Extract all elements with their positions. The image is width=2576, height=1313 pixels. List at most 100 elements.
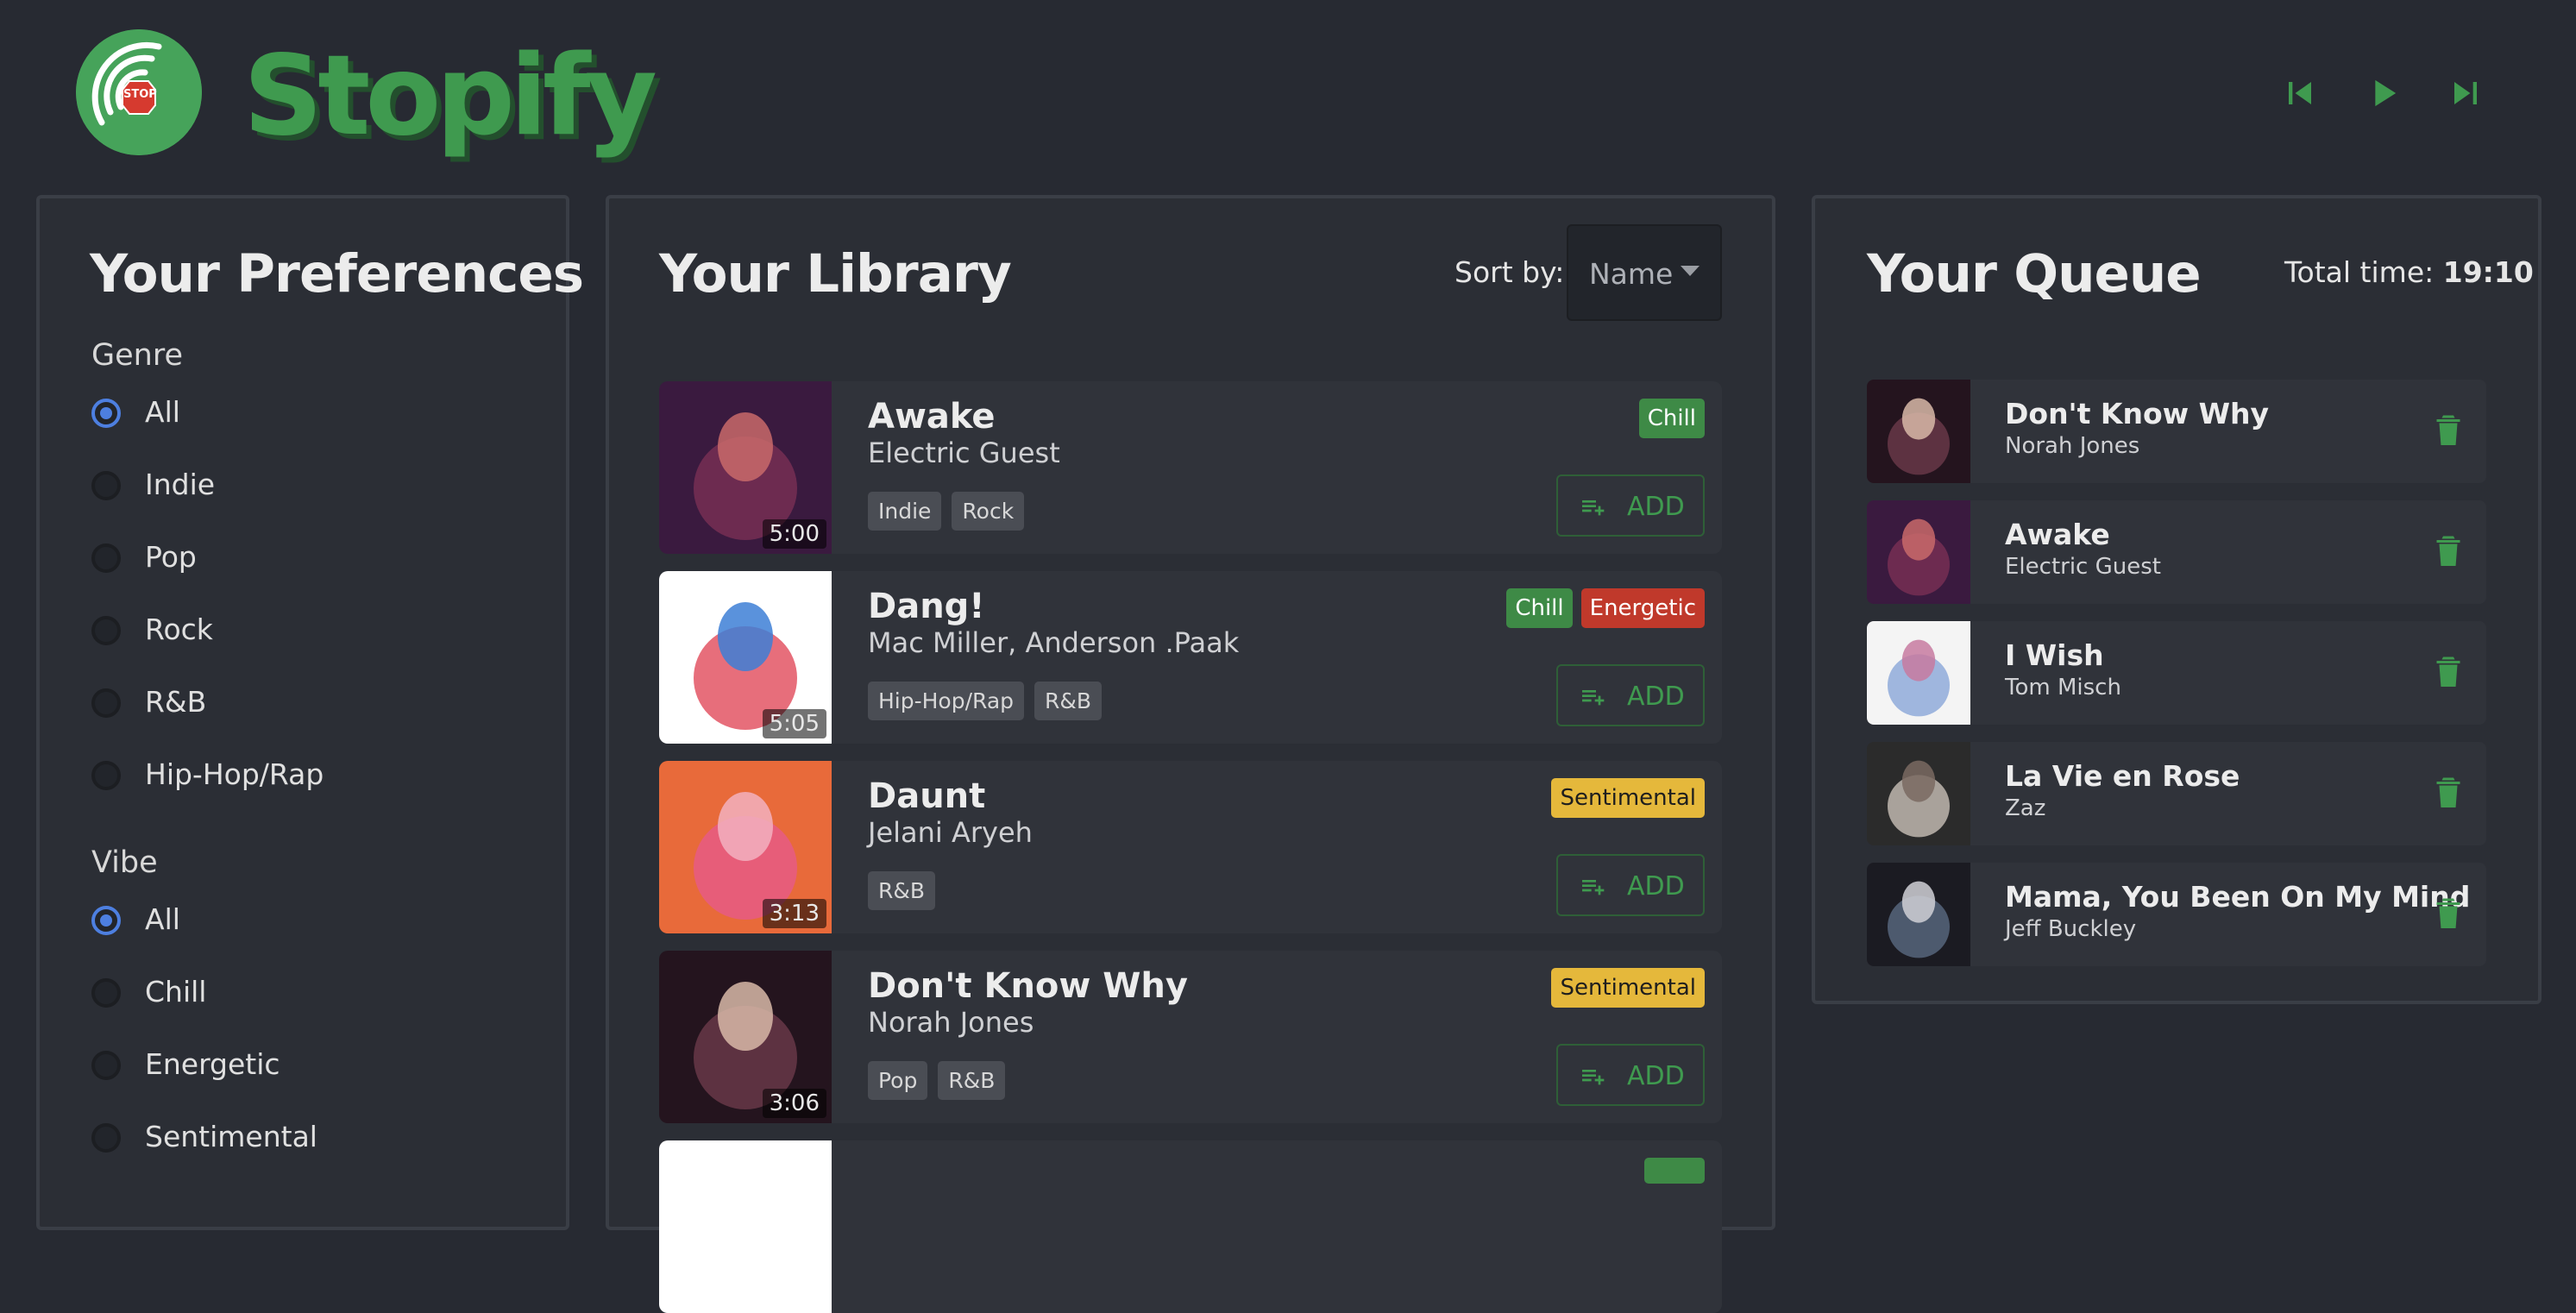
queue-item-title: I Wish	[2005, 638, 2104, 672]
queue-item: Awake Electric Guest	[1867, 500, 2486, 604]
remove-from-queue-button[interactable]	[2433, 894, 2464, 932]
queue-item-artist: Tom Misch	[2005, 675, 2121, 700]
song-card: 5:05 Dang! Mac Miller, Anderson .Paak Hip-H…	[659, 571, 1722, 744]
radio-label: Energetic	[145, 1047, 280, 1081]
radio-button[interactable]	[91, 761, 121, 790]
library-title: Your Library	[659, 243, 1012, 305]
genre-tags: Hip-Hop/Rap R&B	[868, 682, 1103, 720]
vibe-tag	[1644, 1158, 1705, 1184]
remove-from-queue-button[interactable]	[2433, 531, 2464, 569]
radio-button[interactable]	[91, 543, 121, 573]
remove-from-queue-button[interactable]	[2433, 652, 2464, 690]
album-art-image	[1867, 863, 1970, 966]
vibe-tag: Sentimental	[1551, 968, 1705, 1008]
song-title: Daunt	[868, 776, 986, 816]
song-artist: Electric Guest	[868, 437, 1060, 469]
radio-button[interactable]	[91, 399, 121, 428]
playlist-add-icon	[1582, 500, 1605, 516]
playlist-add-icon	[1582, 1070, 1605, 1085]
play-icon[interactable]	[2360, 71, 2405, 116]
genre-tag: R&B	[1034, 682, 1103, 720]
genre-tags: R&B	[868, 871, 936, 910]
genre-tag: Rock	[952, 492, 1025, 531]
radio-label: R&B	[145, 685, 207, 719]
song-duration: 3:13	[762, 899, 826, 928]
song-duration: 5:05	[762, 709, 826, 738]
album-art	[1867, 380, 1970, 483]
genre-option-hip-hop-rap[interactable]: Hip-Hop/Rap	[91, 757, 523, 795]
song-title: Awake	[868, 397, 996, 437]
preferences-title: Your Preferences	[90, 243, 584, 305]
add-button-label: ADD	[1627, 1061, 1685, 1091]
vibe-option-sentimental[interactable]: Sentimental	[91, 1120, 523, 1158]
radio-button[interactable]	[91, 906, 121, 935]
queue-item: Don't Know Why Norah Jones	[1867, 380, 2486, 483]
song-card: 5:00 Awake Electric Guest Indie Rock Chill ADD	[659, 381, 1722, 554]
album-art	[1867, 742, 1970, 845]
skip-previous-icon[interactable]	[2278, 71, 2322, 116]
song-duration: 3:06	[762, 1089, 826, 1118]
album-art-image	[1867, 500, 1970, 604]
vibe-tags: Sentimental	[1551, 778, 1705, 818]
radio-label: Sentimental	[145, 1120, 317, 1153]
song-duration: 5:00	[762, 519, 826, 549]
radio-button[interactable]	[91, 616, 121, 645]
caret-down-icon	[1681, 266, 1700, 276]
add-to-queue-button[interactable]: ADD	[1556, 474, 1705, 537]
radio-button[interactable]	[91, 978, 121, 1008]
vibe-option-energetic[interactable]: Energetic	[91, 1047, 523, 1085]
album-art: 3:13	[659, 761, 832, 933]
genre-tags: Pop R&B	[868, 1061, 1006, 1100]
genre-tag: R&B	[938, 1061, 1006, 1100]
queue-item-artist: Jeff Buckley	[2005, 916, 2137, 942]
radio-label: All	[145, 902, 180, 936]
album-art	[659, 1140, 832, 1313]
genre-option-all[interactable]: All	[91, 395, 523, 433]
add-button-label: ADD	[1627, 871, 1685, 902]
radio-label: Indie	[145, 468, 216, 501]
brand-name: Stopify	[243, 32, 657, 160]
vibe-tags: Chill	[1638, 399, 1705, 438]
vibe-option-all[interactable]: All	[91, 902, 523, 940]
vibe-group-title: Vibe	[91, 845, 158, 880]
queue-item-artist: Norah Jones	[2005, 433, 2140, 459]
add-to-queue-button[interactable]: ADD	[1556, 854, 1705, 916]
genre-tags: Indie Rock	[868, 492, 1025, 531]
radio-button[interactable]	[91, 1123, 121, 1153]
remove-from-queue-button[interactable]	[2433, 773, 2464, 811]
genre-option-indie[interactable]: Indie	[91, 468, 523, 506]
radio-button[interactable]	[91, 1051, 121, 1080]
trash-icon	[2436, 415, 2460, 445]
sort-selected-value: Name	[1589, 257, 1674, 291]
add-to-queue-button[interactable]: ADD	[1556, 664, 1705, 726]
radio-label: Chill	[145, 975, 207, 1008]
vibe-tags: Sentimental	[1551, 968, 1705, 1008]
sort-select[interactable]: Name	[1567, 224, 1722, 321]
song-artist: Jelani Aryeh	[868, 816, 1033, 849]
genre-option-rock[interactable]: Rock	[91, 613, 523, 650]
radio-button[interactable]	[91, 688, 121, 718]
add-to-queue-button[interactable]: ADD	[1556, 1044, 1705, 1106]
genre-option-r-b[interactable]: R&B	[91, 685, 523, 723]
album-art-image	[1867, 621, 1970, 725]
album-art: 3:06	[659, 951, 832, 1123]
radio-button[interactable]	[91, 471, 121, 500]
remove-from-queue-button[interactable]	[2433, 411, 2464, 449]
vibe-option-chill[interactable]: Chill	[91, 975, 523, 1013]
queue-item-title: Don't Know Why	[2005, 397, 2270, 430]
song-card: 3:06 Don't Know Why Norah Jones Pop R&B Senti…	[659, 951, 1722, 1123]
album-art	[1867, 863, 1970, 966]
album-art: 5:00	[659, 381, 832, 554]
genre-option-pop[interactable]: Pop	[91, 540, 523, 578]
album-art	[1867, 500, 1970, 604]
skip-next-icon[interactable]	[2443, 71, 2488, 116]
trash-icon	[2436, 777, 2460, 807]
song-title: Don't Know Why	[868, 966, 1188, 1006]
add-button-label: ADD	[1627, 682, 1685, 712]
queue-total-time: Total time: 19:10	[2284, 255, 2534, 289]
vibe-tags: Chill Energetic	[1506, 588, 1705, 628]
genre-tag: Pop	[868, 1061, 928, 1100]
album-art-image	[1867, 380, 1970, 483]
queue-item-title: La Vie en Rose	[2005, 759, 2240, 793]
queue-item: I Wish Tom Misch	[1867, 621, 2486, 725]
